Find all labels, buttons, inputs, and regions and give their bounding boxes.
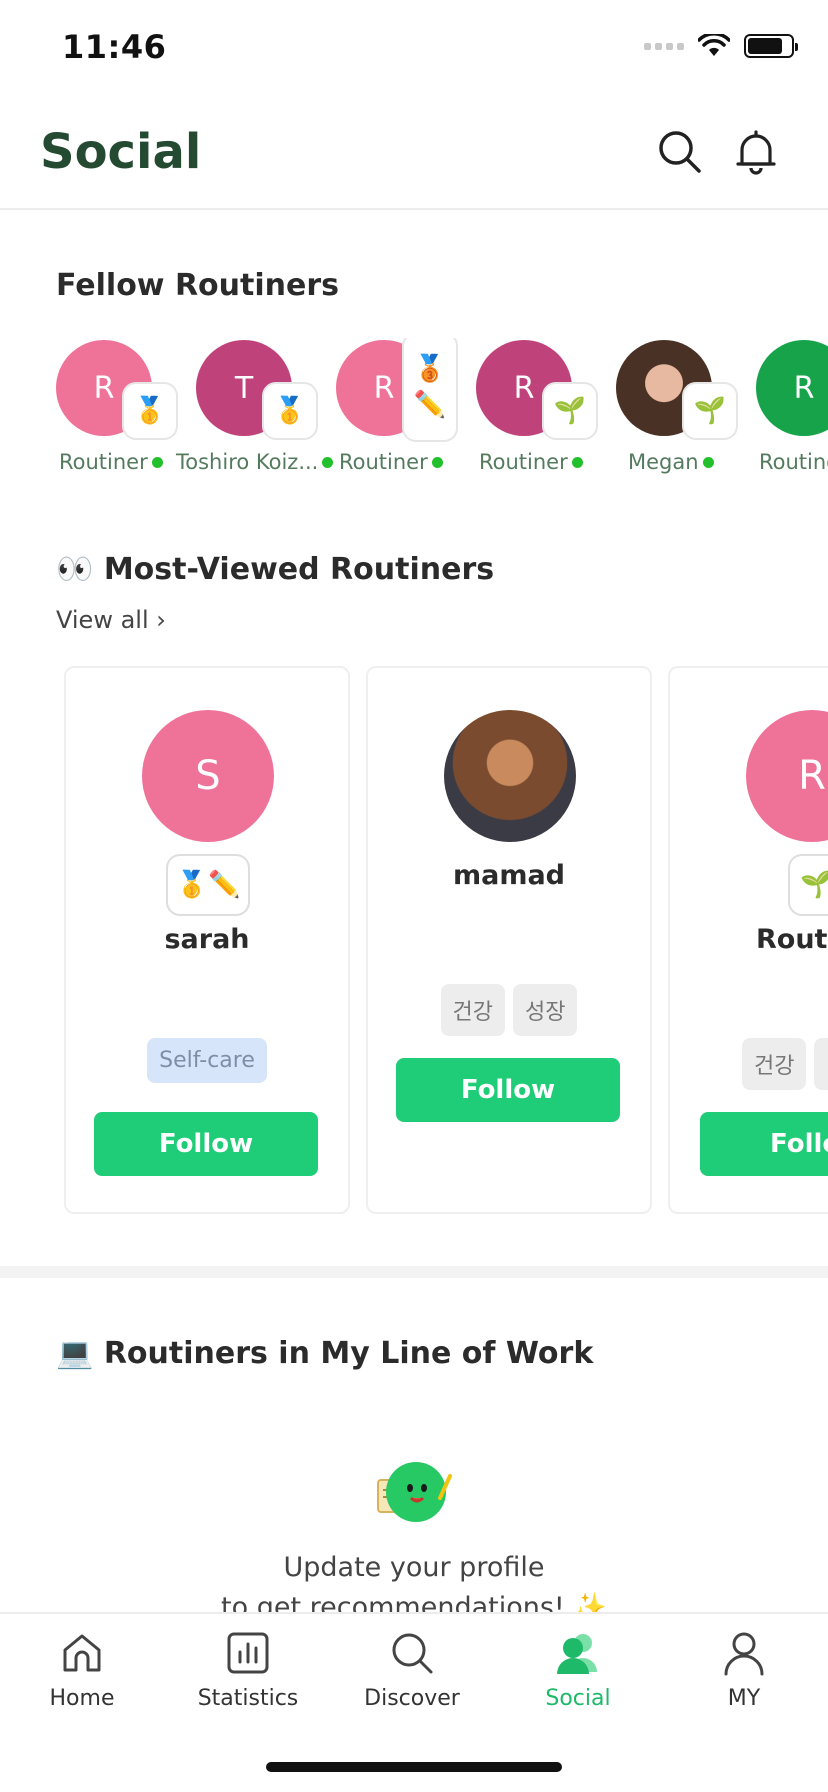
profile-icon: [724, 1632, 764, 1676]
view-all-link[interactable]: View all ›: [56, 606, 166, 634]
laptop-icon: 💻: [56, 1336, 94, 1371]
routiner-card[interactable]: S 🥇✏️ sarah Self-care Follow: [64, 666, 350, 1214]
fellow-name: Routiner: [339, 450, 428, 474]
fellow-name: Toshiro Koiz...: [176, 450, 319, 474]
tab-discover[interactable]: Discover: [342, 1628, 482, 1738]
card-name: mamad: [452, 860, 566, 891]
status-bar: 11:46: [0, 0, 828, 96]
search-icon[interactable]: [654, 126, 706, 178]
home-icon: [63, 1634, 101, 1672]
avatar: R: [756, 340, 828, 436]
avatar: R: [746, 710, 828, 842]
tab-social[interactable]: Social: [508, 1628, 648, 1738]
fellow-name: Routine: [759, 450, 828, 474]
achievement-badges: 🥇✏️: [166, 854, 250, 916]
tag: 건강: [440, 984, 505, 1036]
tag-row: Self-care: [66, 1038, 348, 1083]
fellow-item[interactable]: R 🥇 Routiner: [56, 338, 196, 478]
fellow-name: Megan: [628, 450, 699, 474]
home-indicator: [266, 1762, 562, 1772]
search-icon: [392, 1633, 433, 1674]
fellow-item[interactable]: R 🥉 ✏️ Routiner: [336, 338, 476, 478]
card-name: sarah: [164, 924, 250, 955]
sprout-badge: 🌱: [542, 382, 598, 440]
tag: Self-care: [147, 1038, 267, 1083]
line-of-work-title: 💻 Routiners in My Line of Work: [56, 1336, 593, 1371]
card-name: Routir: [756, 924, 828, 955]
page-title: Social: [40, 124, 202, 180]
online-indicator: [431, 456, 443, 468]
wifi-icon: [698, 34, 730, 56]
fellow-name-wrapper: Routine: [759, 450, 828, 474]
tab-label: Statistics: [197, 1686, 299, 1711]
fellow-item[interactable]: R 🌱 Routiner: [476, 338, 616, 478]
online-indicator: [151, 456, 163, 468]
most-viewed-title: 👀 Most-Viewed Routiners: [56, 552, 494, 587]
battery-icon: [744, 34, 798, 58]
cellular-signal-icon: [644, 42, 684, 50]
medal-badge: 🥉 ✏️: [402, 338, 458, 442]
medal-badge: 🥇: [262, 382, 318, 440]
fellow-item[interactable]: 🌱 Megan: [616, 338, 756, 478]
tab-my[interactable]: MY: [674, 1628, 814, 1738]
fellow-item[interactable]: R Routine: [756, 338, 828, 478]
follow-button[interactable]: Follo: [700, 1112, 828, 1176]
most-viewed-title-text: Most-Viewed Routiners: [103, 552, 495, 587]
follow-button[interactable]: Follow: [396, 1058, 620, 1122]
app-header: Social: [0, 96, 828, 210]
fellow-name-wrapper: Routiner: [339, 450, 443, 474]
fellow-routiners-list: R 🥇 Routiner T 🥇 Toshiro Koiz... R 🥉 ✏️ …: [56, 338, 828, 478]
tab-label: Discover: [364, 1686, 460, 1711]
fellow-name: Routiner: [59, 450, 148, 474]
tag: 성장: [513, 984, 578, 1036]
tab-label: Social: [545, 1686, 611, 1711]
routiner-card[interactable]: mamad 건강 성장 Follow: [366, 666, 652, 1214]
tab-label: Home: [49, 1686, 115, 1711]
medal-badge: 🥇: [122, 382, 178, 440]
empty-state-line1: Update your profile: [283, 1552, 545, 1583]
fellow-name-wrapper: Toshiro Koiz...: [176, 450, 334, 474]
avatar-photo: [444, 710, 576, 842]
bronze-medal-icon: 🥉: [413, 354, 447, 384]
achievement-badges: 🌱: [788, 854, 828, 916]
most-viewed-cards: S 🥇✏️ sarah Self-care Follow mamad 건강 성장…: [0, 664, 828, 1216]
mascot-illustration-icon: [377, 1462, 452, 1522]
tag: 건강: [742, 1038, 807, 1090]
online-indicator: [571, 456, 583, 468]
social-icon: [557, 1634, 597, 1674]
tab-label: MY: [727, 1686, 761, 1711]
tag: [814, 1038, 828, 1090]
online-indicator: [322, 456, 334, 468]
tag-row: 건강 성장: [368, 984, 650, 1036]
empty-state-line2: to get recommendations! ✨: [221, 1592, 607, 1612]
line-of-work-title-text: Routiners in My Line of Work: [103, 1336, 594, 1371]
section-divider: [0, 1266, 828, 1278]
online-indicator: [702, 456, 714, 468]
fellow-name: Routiner: [479, 450, 568, 474]
fellow-name-wrapper: Megan: [628, 450, 714, 474]
fellow-item[interactable]: T 🥇 Toshiro Koiz...: [176, 338, 336, 478]
tab-home[interactable]: Home: [12, 1628, 152, 1738]
sprout-badge: 🌱: [682, 382, 738, 440]
pencil-icon: ✏️: [413, 390, 447, 420]
routiner-card[interactable]: R 🌱 Routir 건강 Follo: [668, 666, 828, 1214]
fellow-name-wrapper: Routiner: [479, 450, 583, 474]
bell-icon[interactable]: [730, 126, 782, 178]
tab-statistics[interactable]: Statistics: [178, 1628, 318, 1738]
fellow-routiners-title: Fellow Routiners: [56, 268, 340, 303]
status-time: 11:46: [62, 28, 167, 66]
avatar: S: [142, 710, 274, 842]
statistics-icon: [227, 1632, 269, 1674]
fellow-name-wrapper: Routiner: [59, 450, 163, 474]
tag-row: 건강: [742, 1038, 828, 1090]
follow-button[interactable]: Follow: [94, 1112, 318, 1176]
status-icons: [644, 34, 798, 58]
eyes-icon: 👀: [56, 552, 94, 587]
